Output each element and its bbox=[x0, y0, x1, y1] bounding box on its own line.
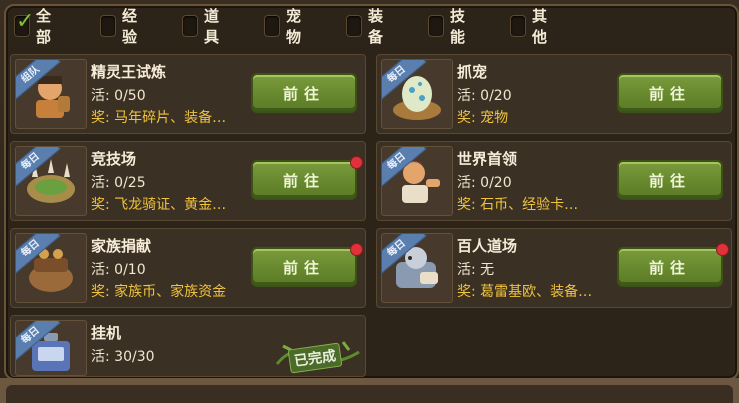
quest-title: 家族捐献 bbox=[91, 237, 152, 255]
reward-text: 宠物 bbox=[480, 110, 509, 126]
quest-card: 组队 精灵王试炼 活: 0/50 奖: 马年碎片、装备… 前往 bbox=[10, 54, 366, 134]
alert-dot bbox=[350, 156, 363, 169]
filter-other[interactable]: 其他 bbox=[510, 7, 553, 46]
reward-text: 飞龙骑证、黄金… bbox=[114, 197, 227, 213]
quest-reward: 奖: 家族币、家族资金 bbox=[91, 281, 226, 301]
quest-title: 百人道场 bbox=[457, 237, 518, 255]
quest-thumbnail: 每日 bbox=[15, 146, 87, 216]
reward-text: 葛雷基欧、装备… bbox=[480, 284, 593, 300]
quest-title: 挂机 bbox=[91, 324, 122, 342]
quest-card: 每日 抓宠 活: 0/20 奖: 宠物 前往 bbox=[376, 54, 732, 134]
quest-reward: 奖: 马年碎片、装备… bbox=[91, 107, 226, 127]
quest-thumbnail: 每日 bbox=[381, 233, 453, 303]
filter-label: 经验 bbox=[122, 7, 138, 46]
quest-reward: 奖: 葛雷基欧、装备… bbox=[457, 281, 592, 301]
go-button[interactable]: 前往 bbox=[617, 73, 723, 113]
alert-dot bbox=[350, 243, 363, 256]
filter-exp[interactable]: 经验 bbox=[100, 7, 143, 46]
quest-thumbnail: 每日 bbox=[15, 320, 87, 376]
quest-thumbnail: 每日 bbox=[381, 59, 453, 129]
reward-text: 石币、经验卡… bbox=[480, 197, 579, 213]
reward-label: 奖: bbox=[457, 197, 476, 213]
reward-text: 家族币、家族资金 bbox=[114, 284, 227, 300]
filter-all[interactable]: ✓ 全部 bbox=[14, 7, 57, 46]
quest-card: 每日 百人道场 活: 无 奖: 葛雷基欧、装备… 前往 bbox=[376, 228, 732, 308]
quest-title: 精灵王试炼 bbox=[91, 63, 167, 81]
filter-pet[interactable]: 宠物 bbox=[264, 7, 307, 46]
quest-activity: 活: 0/10 bbox=[91, 262, 146, 278]
checkbox[interactable] bbox=[428, 15, 444, 37]
quest-thumbnail: 组队 bbox=[15, 59, 87, 129]
checkbox[interactable] bbox=[182, 15, 198, 37]
go-button[interactable]: 前往 bbox=[617, 160, 723, 200]
reward-text: 马年碎片、装备… bbox=[114, 110, 227, 126]
reward-label: 奖: bbox=[91, 110, 110, 126]
checkbox[interactable] bbox=[510, 15, 526, 37]
quest-activity: 活: 0/20 bbox=[457, 88, 512, 104]
completed-stamp: 已完成 bbox=[273, 334, 363, 374]
go-button[interactable]: 前往 bbox=[617, 247, 723, 287]
quest-title: 世界首领 bbox=[457, 150, 518, 168]
reward-label: 奖: bbox=[91, 197, 110, 213]
quest-title: 抓宠 bbox=[457, 63, 488, 81]
filter-gear[interactable]: 装备 bbox=[346, 7, 389, 46]
filter-label: 装备 bbox=[368, 7, 384, 46]
go-button[interactable]: 前往 bbox=[251, 247, 357, 287]
checkbox[interactable] bbox=[100, 15, 116, 37]
check-icon: ✓ bbox=[16, 9, 35, 34]
reward-label: 奖: bbox=[91, 284, 110, 300]
go-button[interactable]: 前往 bbox=[251, 73, 357, 113]
filter-label: 宠物 bbox=[286, 7, 302, 46]
filter-label: 技能 bbox=[450, 7, 466, 46]
bottom-bar-inner bbox=[6, 385, 733, 403]
checkbox[interactable]: ✓ bbox=[14, 11, 34, 37]
quest-thumbnail: 每日 bbox=[15, 233, 87, 303]
quest-thumbnail: 每日 bbox=[381, 146, 453, 216]
reward-label: 奖: bbox=[457, 110, 476, 126]
checkbox[interactable] bbox=[346, 15, 362, 37]
filter-label: 全部 bbox=[36, 7, 52, 46]
quest-reward: 奖: 宠物 bbox=[457, 107, 508, 127]
reward-label: 奖: bbox=[457, 284, 476, 300]
quest-card: 每日 家族捐献 活: 0/10 奖: 家族币、家族资金 前往 bbox=[10, 228, 366, 308]
quest-title: 竞技场 bbox=[91, 150, 137, 168]
quest-card: 每日 挂机 活: 30/30 已完成 bbox=[10, 315, 366, 377]
quest-card: 每日 世界首领 活: 0/20 奖: 石币、经验卡… 前往 bbox=[376, 141, 732, 221]
alert-dot bbox=[716, 243, 729, 256]
quest-activity: 活: 0/50 bbox=[91, 88, 146, 104]
quest-reward: 奖: 飞龙骑证、黄金… bbox=[91, 194, 226, 214]
filter-label: 其他 bbox=[532, 7, 548, 46]
quest-activity: 活: 0/25 bbox=[91, 175, 146, 191]
quest-activity: 活: 无 bbox=[457, 262, 495, 278]
go-button[interactable]: 前往 bbox=[251, 160, 357, 200]
filter-skill[interactable]: 技能 bbox=[428, 7, 471, 46]
quest-reward: 奖: 石币、经验卡… bbox=[457, 194, 578, 214]
filter-label: 道具 bbox=[204, 7, 220, 46]
quest-activity: 活: 0/20 bbox=[457, 175, 512, 191]
quest-card: 每日 竞技场 活: 0/25 奖: 飞龙骑证、黄金… 前往 bbox=[10, 141, 366, 221]
quest-activity: 活: 30/30 bbox=[91, 349, 155, 365]
filter-item[interactable]: 道具 bbox=[182, 7, 225, 46]
checkbox[interactable] bbox=[264, 15, 280, 37]
